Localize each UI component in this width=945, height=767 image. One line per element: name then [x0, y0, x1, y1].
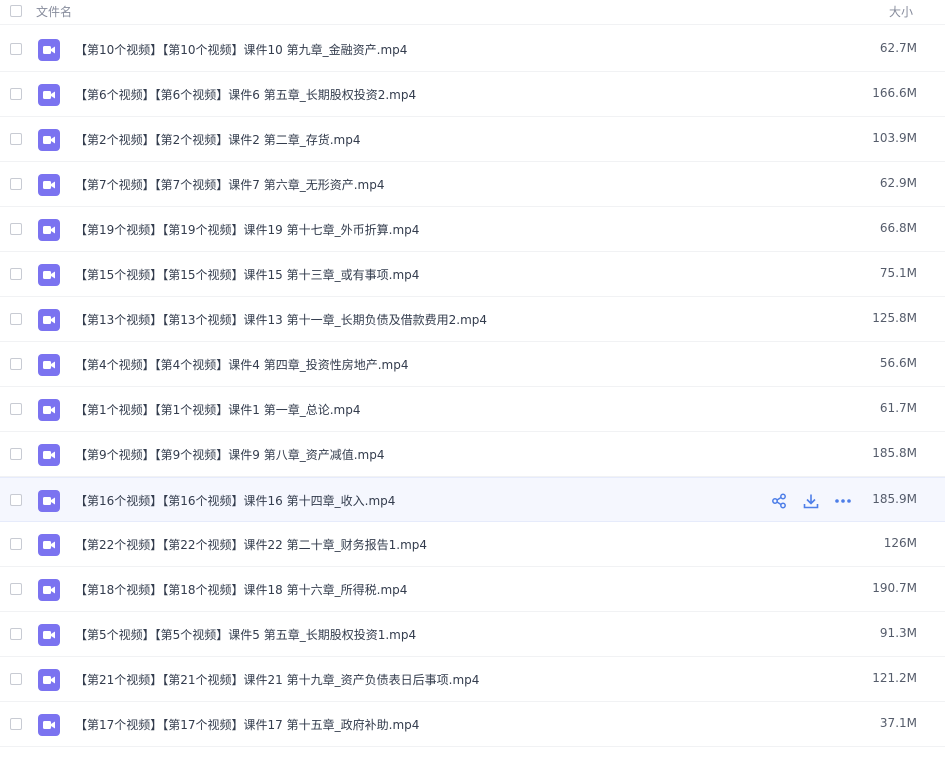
file-list: 【第10个视频】【第10个视频】课件10 第九章_金融资产.mp4 62.7M 【第… — [0, 27, 945, 747]
row-checkbox[interactable] — [10, 223, 22, 235]
row-checkbox[interactable] — [10, 358, 22, 370]
row-checkbox[interactable] — [10, 448, 22, 460]
file-name[interactable]: 【第9个视频】【第9个视频】课件9 第八章_资产减值.mp4 — [75, 446, 384, 463]
download-icon[interactable] — [802, 492, 820, 510]
video-file-icon — [38, 490, 60, 512]
row-checkbox[interactable] — [10, 538, 22, 550]
file-name[interactable]: 【第22个视频】【第22个视频】课件22 第二十章_财务报告1.mp4 — [75, 536, 427, 553]
video-file-icon — [38, 714, 60, 736]
video-file-icon — [38, 624, 60, 646]
row-actions — [770, 492, 852, 510]
file-size: 125.8M — [872, 311, 917, 325]
file-row[interactable]: 【第22个视频】【第22个视频】课件22 第二十章_财务报告1.mp4 126M — [0, 522, 945, 567]
file-size: 190.7M — [872, 581, 917, 595]
row-checkbox[interactable] — [10, 268, 22, 280]
row-checkbox[interactable] — [10, 43, 22, 55]
file-size: 185.9M — [872, 492, 917, 506]
file-row[interactable]: 【第18个视频】【第18个视频】课件18 第十六章_所得税.mp4 190.7M — [0, 567, 945, 612]
file-row[interactable]: 【第2个视频】【第2个视频】课件2 第二章_存货.mp4 103.9M — [0, 117, 945, 162]
file-row[interactable]: 【第19个视频】【第19个视频】课件19 第十七章_外币折算.mp4 66.8M — [0, 207, 945, 252]
file-size: 66.8M — [879, 221, 917, 235]
video-file-icon — [38, 129, 60, 151]
file-name[interactable]: 【第13个视频】【第13个视频】课件13 第十一章_长期负债及借款费用2.mp4 — [75, 311, 487, 328]
row-checkbox[interactable] — [10, 178, 22, 190]
file-name[interactable]: 【第16个视频】【第16个视频】课件16 第十四章_收入.mp4 — [75, 492, 395, 509]
file-name[interactable]: 【第10个视频】【第10个视频】课件10 第九章_金融资产.mp4 — [75, 41, 407, 58]
file-size: 185.8M — [872, 446, 917, 460]
file-size: 103.9M — [872, 131, 917, 145]
row-checkbox[interactable] — [10, 88, 22, 100]
file-row[interactable]: 【第16个视频】【第16个视频】课件16 第十四章_收入.mp4 185.9M — [0, 477, 945, 522]
row-checkbox[interactable] — [10, 403, 22, 415]
video-file-icon — [38, 39, 60, 61]
file-name[interactable]: 【第15个视频】【第15个视频】课件15 第十三章_或有事项.mp4 — [75, 266, 419, 283]
file-row[interactable]: 【第9个视频】【第9个视频】课件9 第八章_资产减值.mp4 185.8M — [0, 432, 945, 477]
file-row[interactable]: 【第6个视频】【第6个视频】课件6 第五章_长期股权投资2.mp4 166.6M — [0, 72, 945, 117]
video-file-icon — [38, 309, 60, 331]
video-file-icon — [38, 399, 60, 421]
video-file-icon — [38, 669, 60, 691]
file-row[interactable]: 【第21个视频】【第21个视频】课件21 第十九章_资产负债表日后事项.mp4 1… — [0, 657, 945, 702]
row-checkbox[interactable] — [10, 628, 22, 640]
video-file-icon — [38, 264, 60, 286]
file-row[interactable]: 【第7个视频】【第7个视频】课件7 第六章_无形资产.mp4 62.9M — [0, 162, 945, 207]
video-file-icon — [38, 219, 60, 241]
file-name[interactable]: 【第17个视频】【第17个视频】课件17 第十五章_政府补助.mp4 — [75, 716, 419, 733]
file-size: 37.1M — [879, 716, 917, 730]
file-name[interactable]: 【第6个视频】【第6个视频】课件6 第五章_长期股权投资2.mp4 — [75, 86, 416, 103]
file-row[interactable]: 【第17个视频】【第17个视频】课件17 第十五章_政府补助.mp4 37.1M — [0, 702, 945, 747]
file-name[interactable]: 【第19个视频】【第19个视频】课件19 第十七章_外币折算.mp4 — [75, 221, 419, 238]
video-file-icon — [38, 354, 60, 376]
row-checkbox[interactable] — [10, 583, 22, 595]
file-name[interactable]: 【第5个视频】【第5个视频】课件5 第五章_长期股权投资1.mp4 — [75, 626, 416, 643]
file-row[interactable]: 【第10个视频】【第10个视频】课件10 第九章_金融资产.mp4 62.7M — [0, 27, 945, 72]
file-name[interactable]: 【第4个视频】【第4个视频】课件4 第四章_投资性房地产.mp4 — [75, 356, 408, 373]
column-header-name[interactable]: 文件名 — [36, 3, 72, 20]
video-file-icon — [38, 84, 60, 106]
file-size: 56.6M — [879, 356, 917, 370]
more-icon[interactable] — [834, 492, 852, 510]
file-size: 126M — [883, 536, 917, 550]
file-row[interactable]: 【第1个视频】【第1个视频】课件1 第一章_总论.mp4 61.7M — [0, 387, 945, 432]
file-size: 166.6M — [872, 86, 917, 100]
file-size: 61.7M — [879, 401, 917, 415]
file-size: 62.9M — [879, 176, 917, 190]
video-file-icon — [38, 579, 60, 601]
file-row[interactable]: 【第4个视频】【第4个视频】课件4 第四章_投资性房地产.mp4 56.6M — [0, 342, 945, 387]
file-name[interactable]: 【第21个视频】【第21个视频】课件21 第十九章_资产负债表日后事项.mp4 — [75, 671, 479, 688]
file-size: 121.2M — [872, 671, 917, 685]
row-checkbox[interactable] — [10, 313, 22, 325]
file-name[interactable]: 【第1个视频】【第1个视频】课件1 第一章_总论.mp4 — [75, 401, 360, 418]
video-file-icon — [38, 444, 60, 466]
file-list-header: 文件名 大小 — [0, 0, 945, 25]
file-name[interactable]: 【第18个视频】【第18个视频】课件18 第十六章_所得税.mp4 — [75, 581, 407, 598]
file-name[interactable]: 【第7个视频】【第7个视频】课件7 第六章_无形资产.mp4 — [75, 176, 384, 193]
file-size: 91.3M — [879, 626, 917, 640]
file-row[interactable]: 【第15个视频】【第15个视频】课件15 第十三章_或有事项.mp4 75.1M — [0, 252, 945, 297]
file-row[interactable]: 【第13个视频】【第13个视频】课件13 第十一章_长期负债及借款费用2.mp4… — [0, 297, 945, 342]
video-file-icon — [38, 534, 60, 556]
row-checkbox[interactable] — [10, 133, 22, 145]
row-checkbox[interactable] — [10, 718, 22, 730]
row-checkbox[interactable] — [10, 494, 22, 506]
column-header-size[interactable]: 大小 — [889, 3, 913, 20]
file-name[interactable]: 【第2个视频】【第2个视频】课件2 第二章_存货.mp4 — [75, 131, 360, 148]
video-file-icon — [38, 174, 60, 196]
file-size: 75.1M — [879, 266, 917, 280]
file-size: 62.7M — [879, 41, 917, 55]
file-row[interactable]: 【第5个视频】【第5个视频】课件5 第五章_长期股权投资1.mp4 91.3M — [0, 612, 945, 657]
select-all-checkbox[interactable] — [10, 5, 22, 17]
share-icon[interactable] — [770, 492, 788, 510]
row-checkbox[interactable] — [10, 673, 22, 685]
